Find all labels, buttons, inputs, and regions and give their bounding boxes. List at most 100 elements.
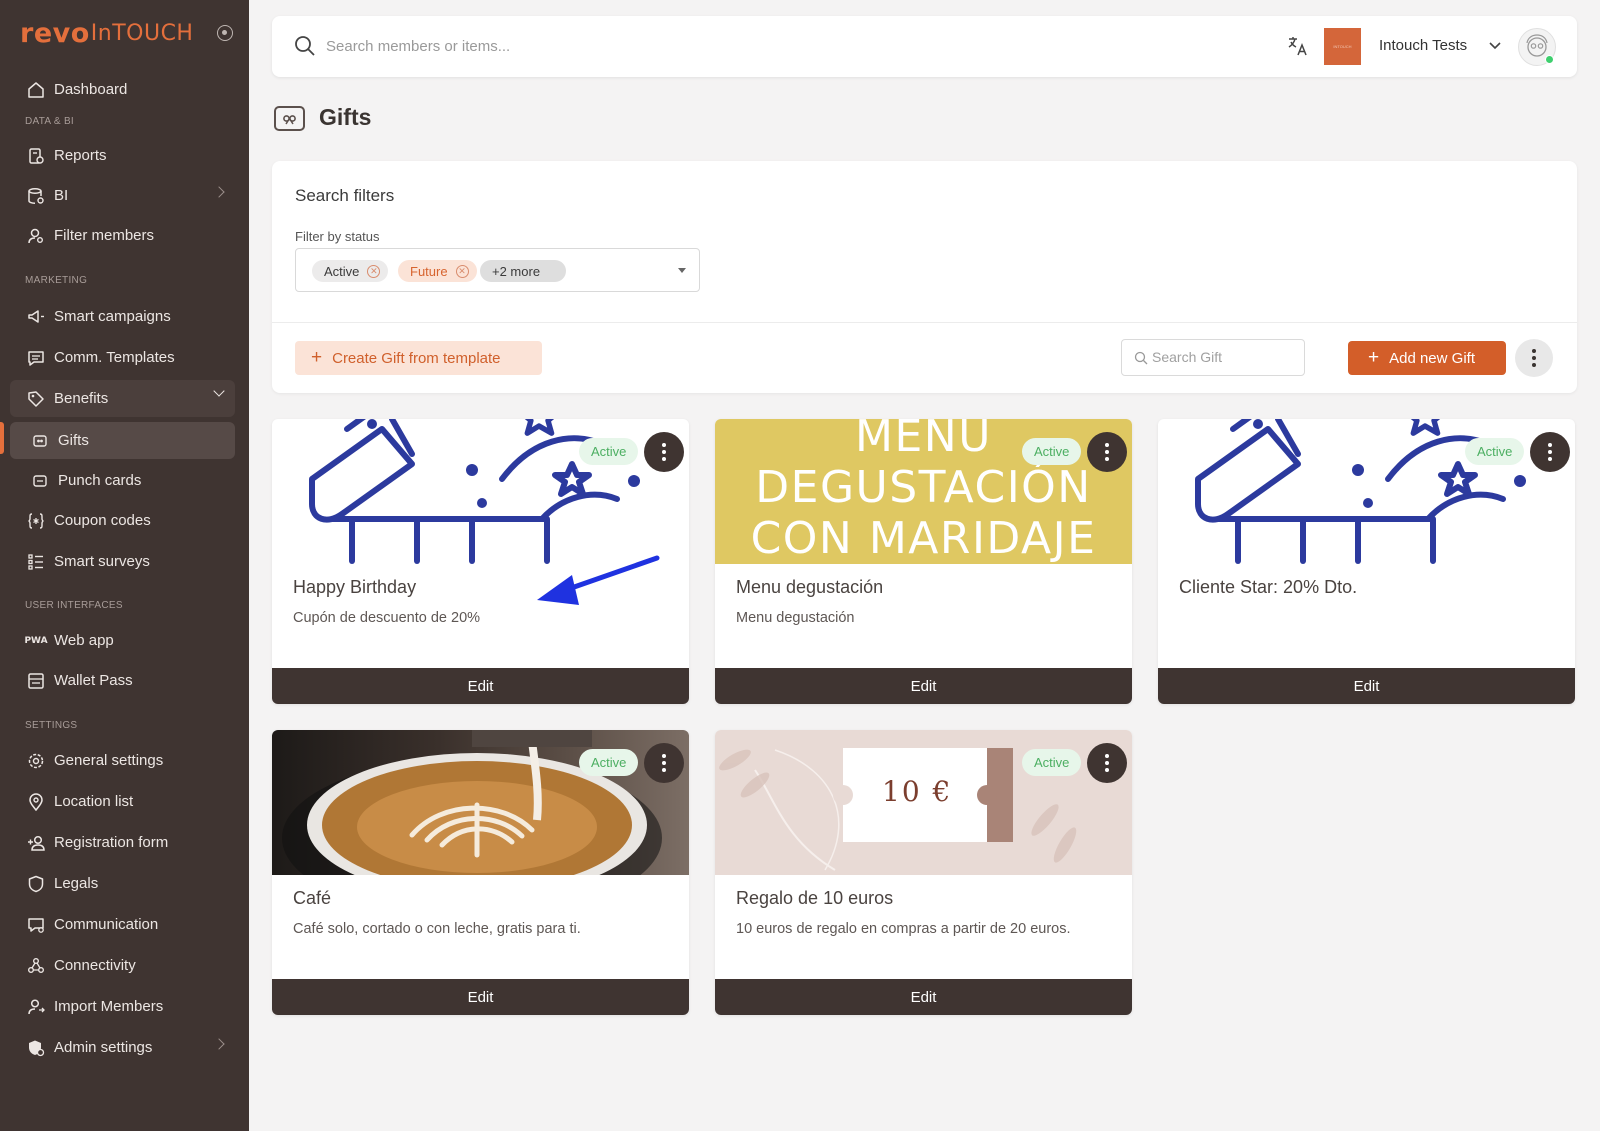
sidebar-item-filter-members[interactable]: Filter members: [10, 217, 235, 254]
sidebar-item-smart-campaigns[interactable]: Smart campaigns: [10, 298, 235, 335]
status-badge: Active: [1022, 749, 1082, 776]
app-logo[interactable]: revo InTOUCH: [20, 18, 194, 49]
translate-icon[interactable]: [1286, 34, 1312, 60]
message-settings-icon: [26, 915, 46, 935]
gift-title: Cliente Star: 20% Dto.: [1179, 577, 1358, 597]
card-options-button[interactable]: [644, 743, 684, 783]
sidebar-item-label: Registration form: [54, 834, 169, 851]
sidebar-item-reports[interactable]: Reports: [10, 137, 235, 174]
sidebar-item-dashboard[interactable]: Dashboard: [10, 71, 235, 108]
gear-icon: [26, 751, 46, 771]
sidebar-toggle-icon[interactable]: [217, 25, 233, 41]
section-data-bi: DATA & BI: [25, 116, 75, 127]
reports-icon: [26, 146, 46, 166]
global-search-input[interactable]: [326, 34, 926, 58]
avatar[interactable]: [1518, 28, 1556, 66]
sidebar-item-label: Location list: [54, 793, 134, 810]
sidebar-item-communication[interactable]: Communication: [10, 906, 235, 943]
sidebar-item-gifts[interactable]: Gifts: [10, 422, 235, 459]
remove-chip-icon[interactable]: ✕: [367, 264, 381, 278]
sidebar-item-legals[interactable]: Legals: [10, 865, 235, 902]
search-gift-field[interactable]: [1121, 339, 1305, 376]
chevron-right-icon: [213, 1038, 225, 1050]
list-icon: [26, 552, 46, 572]
search-icon: [294, 35, 316, 62]
database-icon: [26, 186, 46, 206]
sidebar-item-label: Wallet Pass: [54, 672, 133, 689]
plus-icon: +: [1368, 347, 1380, 368]
gift-card: Active Cliente Star: 20% Dto. Edit: [1158, 419, 1575, 704]
home-icon: [26, 80, 46, 100]
gift-description: Cupón de descuento de 20%: [293, 610, 481, 626]
gift-title: Menu degustación: [736, 577, 884, 597]
sidebar-item-label: Comm. Templates: [54, 349, 175, 366]
divider: [272, 322, 1577, 323]
sidebar-item-label: Filter members: [54, 227, 155, 244]
sidebar-item-label: Reports: [54, 147, 107, 164]
sidebar-item-comm-templates[interactable]: Comm. Templates: [10, 339, 235, 376]
gift-description: Café solo, cortado o con leche, gratis p…: [293, 921, 581, 937]
sidebar-item-coupon-codes[interactable]: Coupon codes: [10, 502, 235, 539]
braces-icon: [26, 511, 46, 531]
sidebar-item-location-list[interactable]: Location list: [10, 783, 235, 820]
more-options-button[interactable]: [1515, 339, 1553, 377]
edit-button[interactable]: Edit: [272, 668, 689, 704]
section-user-interfaces: USER INTERFACES: [25, 600, 123, 611]
sidebar-item-label: Benefits: [54, 390, 109, 407]
gift-title: Happy Birthday: [293, 577, 417, 597]
sidebar-item-label: Dashboard: [54, 81, 128, 98]
sidebar-item-benefits[interactable]: Benefits: [10, 380, 235, 417]
create-from-template-button[interactable]: + Create Gift from template: [295, 341, 542, 375]
caret-down-icon[interactable]: [678, 268, 686, 273]
card-options-button[interactable]: [1530, 432, 1570, 472]
remove-chip-icon[interactable]: ✕: [455, 264, 469, 278]
chevron-down-icon: [213, 385, 225, 397]
create-from-template-label: Create Gift from template: [332, 349, 501, 367]
sidebar-item-general-settings[interactable]: General settings: [10, 742, 235, 779]
sidebar-item-import-members[interactable]: Import Members: [10, 988, 235, 1025]
gift-description: 10 euros de regalo en compras a partir d…: [736, 921, 1071, 937]
sidebar-item-admin-settings[interactable]: Admin settings: [10, 1029, 235, 1066]
pwa-icon: PWA: [24, 635, 48, 646]
admin-shield-icon: [26, 1038, 46, 1058]
tag-icon: [26, 389, 46, 409]
sidebar-item-label: Smart surveys: [54, 553, 150, 570]
search-gift-input[interactable]: [1152, 349, 1297, 365]
chevron-down-icon[interactable]: [1488, 38, 1502, 56]
card-options-button[interactable]: [1087, 432, 1127, 472]
sidebar-item-label: Admin settings: [54, 1039, 153, 1056]
sidebar-item-smart-surveys[interactable]: Smart surveys: [10, 543, 235, 580]
wallet-icon: [26, 671, 46, 691]
sidebar-item-punch-cards[interactable]: Punch cards: [10, 462, 235, 499]
sidebar-item-web-app[interactable]: PWA Web app: [10, 622, 235, 659]
gift-card: Active Café Café solo, cortado o con lec…: [272, 730, 689, 1015]
edit-button[interactable]: Edit: [715, 979, 1132, 1015]
add-new-gift-button[interactable]: + Add new Gift: [1348, 341, 1506, 375]
edit-button[interactable]: Edit: [272, 979, 689, 1015]
search-filters-panel: Search filters Filter by status Active ✕…: [272, 161, 1577, 393]
status-badge: Active: [1022, 438, 1082, 465]
edit-button[interactable]: Edit: [1158, 668, 1575, 704]
sidebar-item-label: Communication: [54, 916, 159, 933]
card-options-button[interactable]: [1087, 743, 1127, 783]
chip-more[interactable]: +2 more: [480, 260, 567, 282]
location-pin-icon: [26, 792, 46, 812]
edit-button[interactable]: Edit: [715, 668, 1132, 704]
status-filter-select[interactable]: Active ✕ Future ✕ +2 more: [295, 248, 700, 292]
gift-title: Café: [293, 888, 332, 908]
online-status-dot: [1545, 55, 1554, 64]
card-options-button[interactable]: [644, 432, 684, 472]
sidebar-item-registration-form[interactable]: Registration form: [10, 824, 235, 861]
sidebar-item-label: Smart campaigns: [54, 308, 171, 325]
section-marketing: MARKETING: [25, 275, 88, 286]
sidebar-item-bi[interactable]: BI: [10, 177, 235, 214]
chip-active: Active ✕: [312, 260, 389, 282]
logo-intouch: InTOUCH: [90, 20, 194, 46]
status-badge: Active: [579, 749, 639, 776]
brand-thumbnail[interactable]: INTOUCH: [1324, 28, 1361, 65]
account-name[interactable]: Intouch Tests: [1379, 37, 1467, 54]
chevron-right-icon: [213, 186, 225, 198]
sidebar-item-wallet-pass[interactable]: Wallet Pass: [10, 662, 235, 699]
sidebar-item-connectivity[interactable]: Connectivity: [10, 947, 235, 984]
gift-card: 10 € Active Regalo de 10 euros 10 euros …: [715, 730, 1132, 1015]
